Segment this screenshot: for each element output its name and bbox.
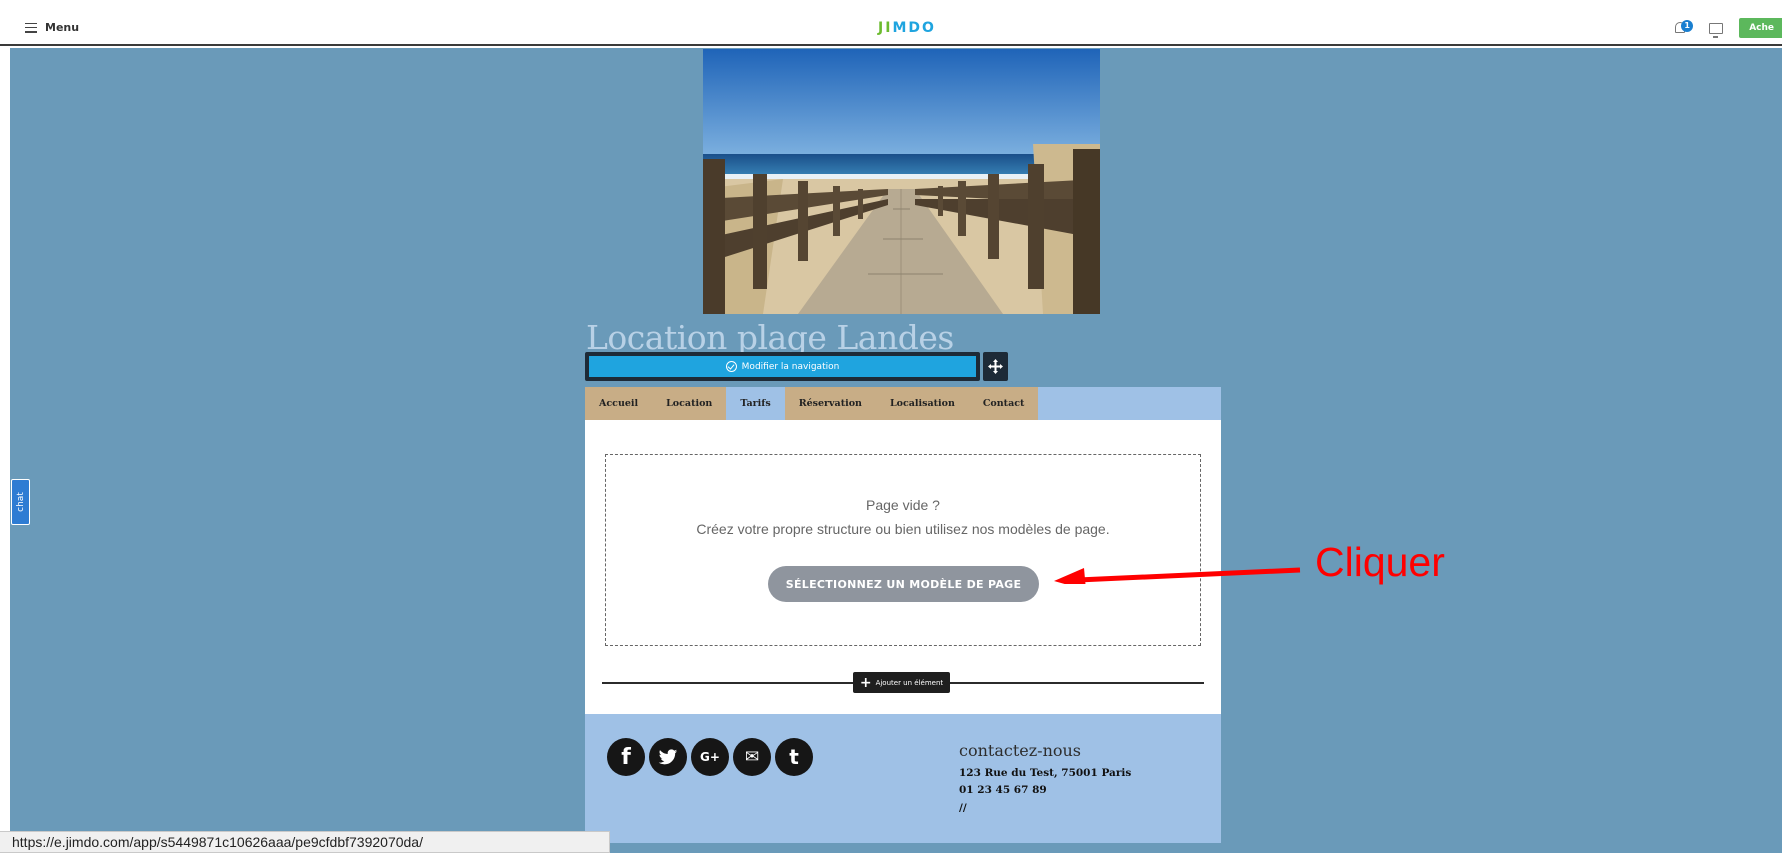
- notifications-button[interactable]: 1: [1675, 20, 1694, 36]
- contact-address: 123 Rue du Test, 75001 Paris: [959, 767, 1132, 779]
- preview-monitor-icon[interactable]: [1709, 22, 1724, 38]
- site-preview: Accueil Location Tarifs Réservation Loca…: [585, 387, 1221, 843]
- add-element-button[interactable]: + Ajouter un élément: [853, 672, 950, 693]
- menu-button[interactable]: Menu: [25, 21, 79, 34]
- empty-page-title: Page vide ?: [866, 497, 940, 513]
- facebook-icon[interactable]: f: [607, 738, 645, 776]
- plus-icon: +: [859, 674, 872, 691]
- chat-label: chat: [15, 492, 26, 512]
- twitter-icon[interactable]: [649, 738, 687, 776]
- nav-item-localisation[interactable]: Localisation: [876, 387, 969, 420]
- contact-heading: contactez-nous: [959, 741, 1082, 760]
- notification-badge: 1: [1681, 20, 1694, 32]
- contact-phone: 01 23 45 67 89: [959, 784, 1047, 796]
- select-template-button[interactable]: SÉLECTIONNEZ UN MODÈLE DE PAGE: [768, 566, 1039, 602]
- edit-navigation-button[interactable]: Modifier la navigation: [589, 356, 976, 377]
- nav-item-contact[interactable]: Contact: [969, 387, 1039, 420]
- navigation-edit-bar: Modifier la navigation: [585, 352, 980, 381]
- move-handle[interactable]: [983, 352, 1008, 381]
- editor-toolbar: Menu J I M D O 1 Ache: [0, 12, 1782, 46]
- logo-letter: J: [878, 20, 884, 36]
- logo-letter: O: [922, 20, 934, 36]
- nav-item-location[interactable]: Location: [652, 387, 726, 420]
- menu-label: Menu: [45, 21, 80, 34]
- logo-letter: D: [908, 20, 920, 36]
- beach-boardwalk-image: [703, 49, 1100, 314]
- social-links: f G+ ✉ t: [607, 738, 813, 776]
- chat-tab[interactable]: chat: [11, 479, 30, 525]
- annotation-label: Cliquer: [1315, 539, 1445, 585]
- nav-item-accueil[interactable]: Accueil: [585, 387, 652, 420]
- jimdo-logo: J I M D O: [878, 20, 934, 36]
- nav-item-reservation[interactable]: Réservation: [785, 387, 876, 420]
- buy-button[interactable]: Ache: [1739, 18, 1782, 38]
- logo-letter: M: [892, 20, 907, 36]
- google-plus-icon[interactable]: G+: [691, 738, 729, 776]
- site-navigation: Accueil Location Tarifs Réservation Loca…: [585, 387, 1221, 420]
- site-footer: f G+ ✉ t contactez-nous 123 Rue du Test,…: [585, 714, 1221, 843]
- check-circle-icon: [725, 361, 737, 372]
- logo-letter: I: [885, 20, 891, 36]
- empty-page-subtitle: Créez votre propre structure ou bien uti…: [696, 521, 1110, 537]
- hero-image[interactable]: [703, 49, 1100, 314]
- contact-extra: //: [959, 802, 967, 814]
- move-arrows-icon: [988, 359, 1003, 374]
- add-element-label: Ajouter un élément: [875, 678, 944, 687]
- email-icon[interactable]: ✉: [733, 738, 771, 776]
- edit-navigation-label: Modifier la navigation: [741, 361, 840, 372]
- red-arrow-annotation: [1054, 567, 1301, 584]
- empty-page-placeholder: Page vide ? Créez votre propre structure…: [605, 454, 1201, 646]
- tumblr-icon[interactable]: t: [775, 738, 813, 776]
- hamburger-icon: [25, 22, 37, 33]
- nav-item-tarifs[interactable]: Tarifs: [726, 387, 785, 420]
- status-bar-url: https://e.jimdo.com/app/s5449871c10626aa…: [0, 831, 610, 853]
